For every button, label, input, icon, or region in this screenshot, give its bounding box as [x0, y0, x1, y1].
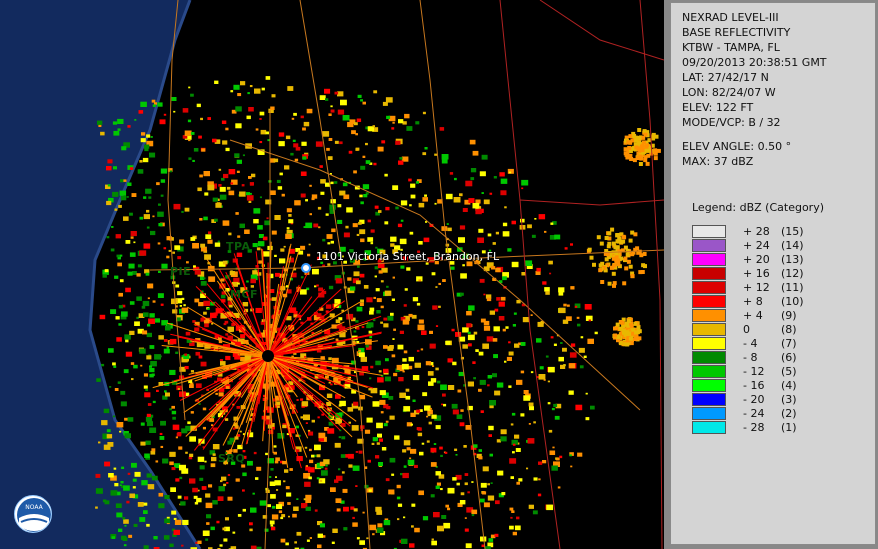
legend-value: + 8 — [743, 294, 763, 308]
legend-row: + 8 (10) — [692, 294, 804, 308]
legend-value: - 16 — [743, 378, 765, 392]
legend-row: - 4 (7) — [692, 336, 804, 350]
site-lat: LAT: 27/42/17 N — [682, 71, 769, 84]
legend-row: - 28 (1) — [692, 420, 804, 434]
legend-value: + 12 — [743, 280, 770, 294]
legend-swatch — [692, 406, 726, 420]
legend-value: + 16 — [743, 266, 770, 280]
elev-angle: ELEV ANGLE: 0.50 ° — [682, 140, 792, 153]
legend-category: (3) — [781, 392, 797, 406]
legend-swatch — [692, 238, 726, 252]
station-srq: SRQ — [218, 452, 246, 465]
legend-row: - 12 (5) — [692, 364, 804, 378]
legend-swatch — [692, 294, 726, 308]
legend-row: + 24 (14) — [692, 238, 804, 252]
legend-row: + 28 (15) — [692, 224, 804, 238]
address-label: 1101 Victoria Street, Brandon, FL — [316, 250, 500, 263]
reflectivity-echoes — [95, 76, 661, 549]
legend-category: (10) — [781, 294, 804, 308]
legend-category: (12) — [781, 266, 804, 280]
legend-swatch — [692, 378, 726, 392]
legend-category: (9) — [781, 308, 797, 322]
legend-category: (8) — [781, 322, 797, 336]
legend-category: (13) — [781, 252, 804, 266]
legend-row: + 4 (9) — [692, 308, 804, 322]
legend-category: (14) — [781, 238, 804, 252]
max-dbz: MAX: 37 dBZ — [682, 155, 754, 168]
legend-value: 0 — [743, 322, 750, 336]
legend-swatch — [692, 224, 726, 238]
legend-value: - 20 — [743, 392, 765, 406]
legend-row: - 24 (2) — [692, 406, 804, 420]
legend: + 28 (15) + 24 (14) + 20 (13) + 16 (12) + 12 (11)… — [692, 224, 804, 434]
site-name: KTBW - TAMPA, FL — [682, 41, 780, 54]
legend-swatch — [692, 420, 726, 434]
noaa-logo-text: NOAA — [25, 504, 43, 511]
legend-category: (6) — [781, 350, 797, 364]
legend-swatch — [692, 350, 726, 364]
site-elev: ELEV: 122 FT — [682, 101, 754, 114]
legend-row: - 20 (3) — [692, 392, 804, 406]
radar-map[interactable]: TPA PIE MCF SRQ 1101 Victoria Street, Br… — [0, 0, 664, 549]
address-marker — [301, 263, 311, 273]
product-type: BASE REFLECTIVITY — [682, 26, 791, 39]
legend-swatch — [692, 336, 726, 350]
legend-swatch — [692, 308, 726, 322]
station-tpa: TPA — [226, 240, 251, 253]
legend-row: 0 (8) — [692, 322, 804, 336]
legend-swatch — [692, 266, 726, 280]
noaa-logo-icon: NOAA — [17, 498, 51, 532]
legend-value: - 24 — [743, 406, 765, 420]
legend-swatch — [692, 252, 726, 266]
legend-row: + 16 (12) — [692, 266, 804, 280]
legend-value: - 4 — [743, 336, 758, 350]
legend-value: - 12 — [743, 364, 765, 378]
legend-category: (2) — [781, 406, 797, 420]
noaa-logo: NOAA — [14, 495, 52, 533]
legend-swatch — [692, 364, 726, 378]
station-mcf: MCF — [230, 288, 259, 301]
legend-swatch — [692, 392, 726, 406]
legend-category: (7) — [781, 336, 797, 350]
legend-category: (1) — [781, 420, 797, 434]
product-info: NEXRAD LEVEL-III BASE REFLECTIVITY KTBW … — [682, 10, 827, 169]
legend-category: (11) — [781, 280, 804, 294]
legend-category: (5) — [781, 364, 797, 378]
radar-svg — [0, 0, 664, 549]
info-panel: NEXRAD LEVEL-III BASE REFLECTIVITY KTBW … — [670, 2, 876, 545]
site-lon: LON: 82/24/07 W — [682, 86, 776, 99]
radar-site — [262, 350, 274, 362]
product-name: NEXRAD LEVEL-III — [682, 11, 779, 24]
legend-row: + 20 (13) — [692, 252, 804, 266]
legend-category: (15) — [781, 224, 804, 238]
legend-value: + 20 — [743, 252, 770, 266]
legend-row: + 12 (11) — [692, 280, 804, 294]
legend-value: - 28 — [743, 420, 765, 434]
legend-row: - 8 (6) — [692, 350, 804, 364]
station-pie: PIE — [170, 265, 192, 278]
legend-value: - 8 — [743, 350, 758, 364]
mode-vcp: MODE/VCP: B / 32 — [682, 116, 781, 129]
legend-value: + 28 — [743, 224, 770, 238]
legend-value: + 4 — [743, 308, 763, 322]
legend-swatch — [692, 280, 726, 294]
legend-swatch — [692, 322, 726, 336]
legend-value: + 24 — [743, 238, 770, 252]
scan-datetime: 09/20/2013 20:38:51 GMT — [682, 56, 827, 69]
legend-title: Legend: dBZ (Category) — [692, 201, 824, 214]
legend-row: - 16 (4) — [692, 378, 804, 392]
legend-category: (4) — [781, 378, 797, 392]
